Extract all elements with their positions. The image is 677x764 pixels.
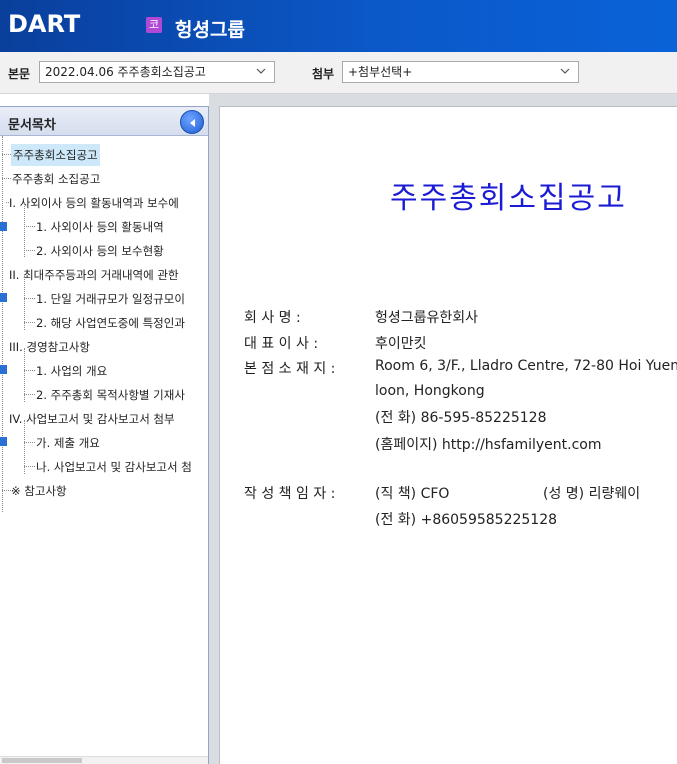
- toc-item[interactable]: 2. 해당 사업연도중에 특정인과: [36, 312, 206, 334]
- tree-connector: [2, 178, 11, 179]
- attachment-label: 첨부: [312, 67, 335, 81]
- attachment-select-value: +첨부선택+: [348, 65, 413, 79]
- dart-logo[interactable]: DART: [8, 10, 80, 38]
- tree-connector: [2, 490, 11, 491]
- tree-connector: [24, 250, 35, 251]
- author-name: (성 명) 리량웨이: [543, 486, 641, 502]
- toc-header: 문서목차: [0, 107, 208, 136]
- ceo-label: 대 표 이 사 :: [244, 336, 319, 352]
- tree-connector: [24, 466, 35, 467]
- company-label: 회 사 명 :: [244, 310, 301, 326]
- tree-guide-line: [2, 136, 3, 512]
- document-toolbar: 본문 2022.04.06 주주총회소집공고 첨부 +첨부선택+: [0, 52, 677, 94]
- expand-toggle-icon[interactable]: [0, 293, 7, 302]
- scrollbar-thumb[interactable]: [2, 758, 82, 763]
- toc-item[interactable]: 1. 단일 거래규모가 일정규모이: [36, 288, 206, 310]
- toc-section[interactable]: I. 사외이사 등의 활동내역과 보수에: [9, 192, 179, 214]
- expand-toggle-icon[interactable]: [0, 437, 7, 446]
- tree-connector: [24, 442, 35, 443]
- tree-connector: [24, 370, 35, 371]
- chevron-down-icon: [256, 68, 266, 74]
- toc-item[interactable]: 주주총회소집공고: [11, 144, 100, 166]
- tree-connector: [24, 322, 35, 323]
- hq-address-line2: loon, Hongkong: [375, 383, 485, 399]
- main-document-select[interactable]: 2022.04.06 주주총회소집공고: [39, 61, 275, 83]
- author-phone: (전 화) +86059585225128: [375, 512, 558, 528]
- toc-item[interactable]: 가. 제출 개요: [36, 432, 100, 454]
- tree-connector: [24, 226, 35, 227]
- chevron-left-icon: [190, 119, 195, 127]
- company-value: 헝셩그룹유한회사: [375, 310, 479, 326]
- toc-item[interactable]: 나. 사업보고서 및 감사보고서 첨: [36, 456, 206, 478]
- toc-horizontal-scrollbar[interactable]: [0, 756, 208, 764]
- hq-homepage[interactable]: (홈페이지) http://hsfamilyent.com: [375, 434, 602, 454]
- tree-connector: [2, 154, 11, 155]
- tree-guide-line: [24, 203, 25, 257]
- author-title: (직 책) CFO: [375, 486, 450, 502]
- hq-label: 본 점 소 재 지 :: [244, 361, 336, 377]
- toc-item[interactable]: 주주총회 소집공고: [12, 168, 100, 190]
- company-type-badge: 코: [146, 17, 162, 33]
- toc-item[interactable]: 2. 사외이사 등의 보수현황: [36, 240, 164, 262]
- app-header: DART 코 헝셩그룹: [0, 0, 677, 52]
- expand-toggle-icon[interactable]: [0, 365, 7, 374]
- company-name: 헝셩그룹: [175, 19, 245, 41]
- toc-title: 문서목차: [8, 118, 56, 133]
- author-label: 작 성 책 임 자 :: [244, 486, 336, 502]
- document-page: 주주총회소집공고 회 사 명 : 헝셩그룹유한회사 대 표 이 사 : 후이만킷…: [219, 106, 677, 764]
- main-document-label: 본문: [8, 67, 31, 81]
- hq-phone: (전 화) 86-595-85225128: [375, 410, 547, 426]
- collapse-panel-button[interactable]: [180, 110, 204, 134]
- attachment-select[interactable]: +첨부선택+: [342, 61, 579, 83]
- chevron-down-icon: [560, 68, 570, 74]
- toc-item[interactable]: 1. 사업의 개요: [36, 360, 107, 382]
- tree-connector: [24, 394, 35, 395]
- toc-section[interactable]: IV. 사업보고서 및 감사보고서 첨부: [9, 408, 175, 430]
- document-title: 주주총회소집공고: [390, 181, 627, 216]
- toc-item[interactable]: 2. 주주총회 목적사항별 기재사: [36, 384, 206, 406]
- document-viewer: 주주총회소집공고 회 사 명 : 헝셩그룹유한회사 대 표 이 사 : 후이만킷…: [209, 94, 677, 764]
- ceo-value: 후이만킷: [375, 336, 427, 352]
- tree-connector: [24, 298, 35, 299]
- toc-item[interactable]: ※ 참고사항: [11, 480, 67, 502]
- main-document-select-value: 2022.04.06 주주총회소집공고: [45, 65, 206, 79]
- toc-panel: 문서목차 주주총회소집공고 주주총회 소집공고 I. 사외이사 등의 활동내역과…: [0, 106, 209, 764]
- toc-item[interactable]: 1. 사외이사 등의 활동내역: [36, 216, 164, 238]
- toc-section[interactable]: II. 최대주주등과의 거래내역에 관한: [9, 264, 179, 286]
- toc-section[interactable]: III. 경영참고사항: [9, 336, 90, 358]
- expand-toggle-icon[interactable]: [0, 222, 7, 231]
- hq-address-line1: Room 6, 3/F., Lladro Centre, 72-80 Hoi Y…: [375, 358, 677, 374]
